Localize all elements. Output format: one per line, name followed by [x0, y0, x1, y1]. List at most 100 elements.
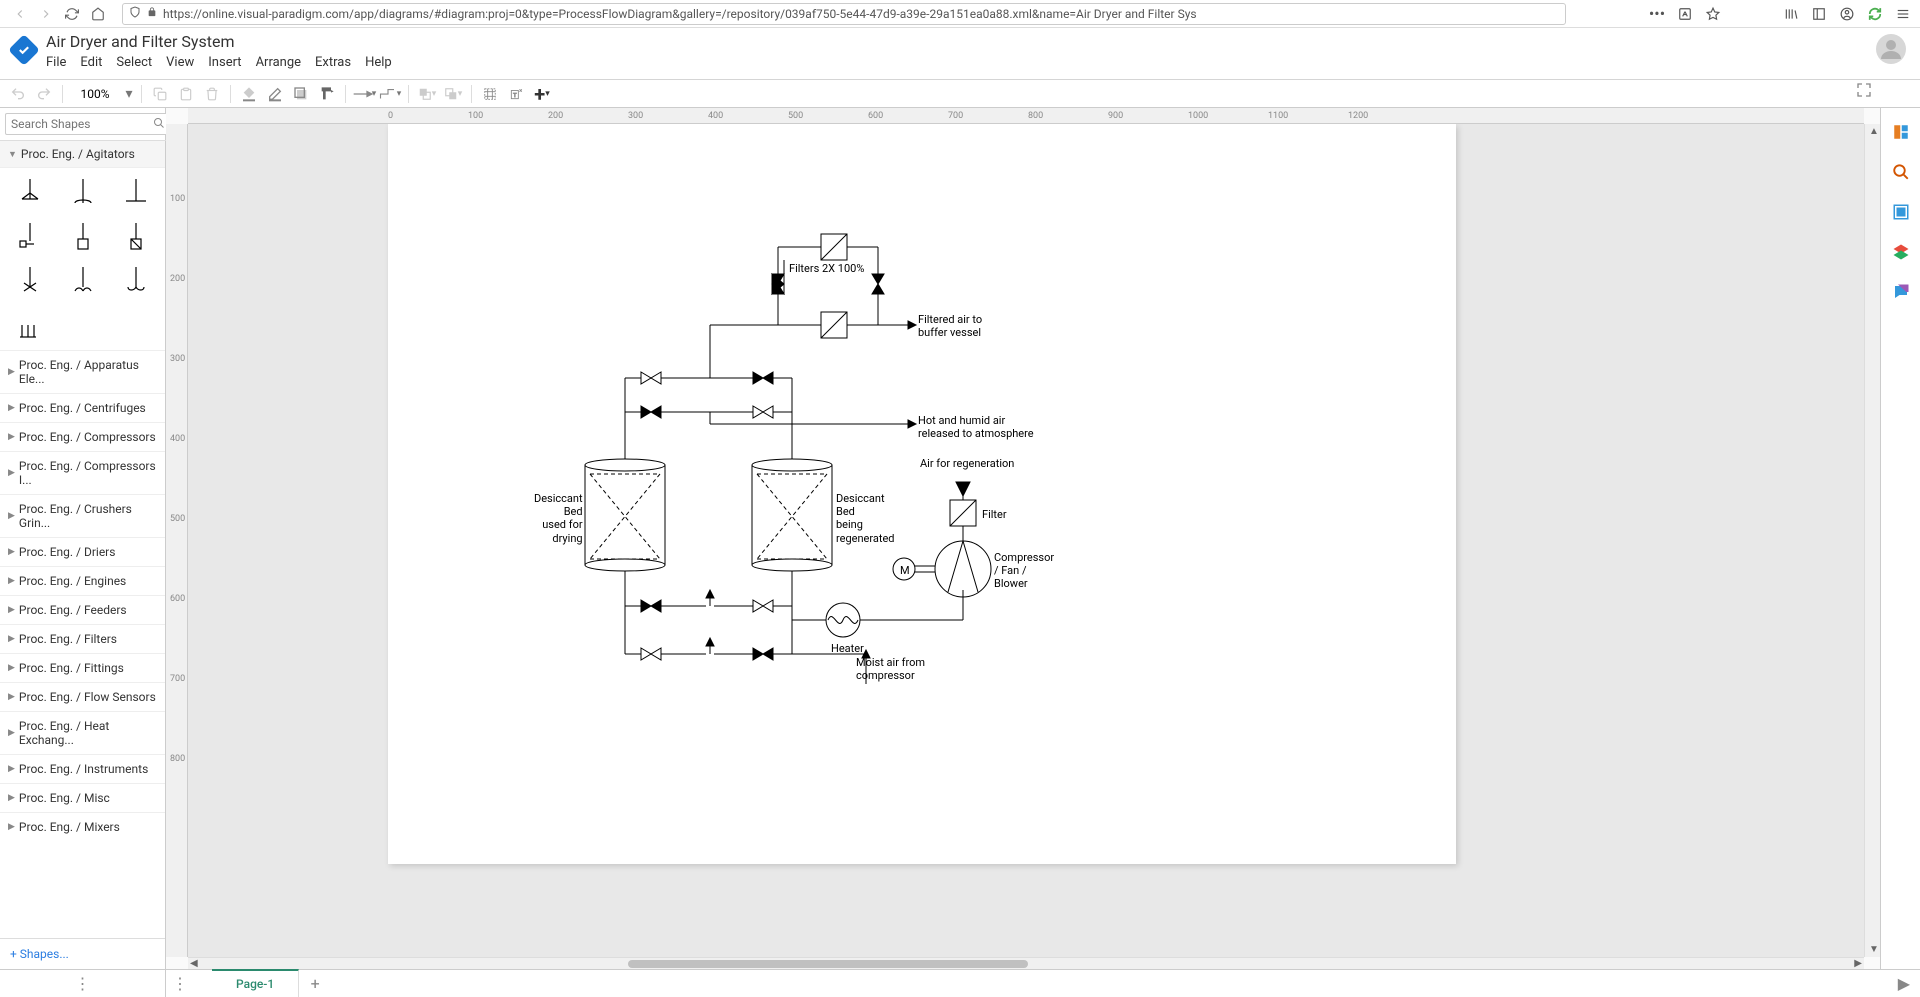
scroll-down-icon[interactable]: ▼: [1869, 944, 1879, 955]
shape-section[interactable]: ▶Proc. Eng. / Compressors: [0, 422, 165, 451]
shape-section-agitators[interactable]: ▼ Proc. Eng. / Agitators: [0, 141, 165, 168]
menu-icon[interactable]: [1894, 5, 1912, 23]
copy-button[interactable]: [148, 82, 172, 106]
menu-select[interactable]: Select: [116, 55, 152, 70]
menu-view[interactable]: View: [166, 55, 194, 70]
right-rail: [1880, 108, 1920, 969]
comments-panel-icon[interactable]: [1891, 282, 1911, 302]
redo-button[interactable]: [32, 82, 56, 106]
back-button[interactable]: [8, 2, 32, 26]
more-shapes-link[interactable]: + Shapes...: [10, 947, 69, 961]
shape-agitator-1[interactable]: [8, 176, 51, 210]
document-title[interactable]: Air Dryer and Filter System: [46, 32, 392, 51]
scrollbar-vertical[interactable]: ▲ ▼: [1864, 124, 1880, 957]
forward-button[interactable]: [34, 2, 58, 26]
label-moist-air: Moist air from compressor: [856, 656, 925, 682]
scroll-up-icon[interactable]: ▲: [1869, 126, 1879, 137]
canvas[interactable]: Filters 2X 100% Filtered air to buffer v…: [188, 124, 1864, 957]
url-bar[interactable]: https://online.visual-paradigm.com/app/d…: [122, 3, 1566, 25]
paste-button[interactable]: [174, 82, 198, 106]
library-icon[interactable]: [1782, 5, 1800, 23]
shape-agitator-9[interactable]: [114, 264, 157, 298]
account-icon[interactable]: [1838, 5, 1856, 23]
home-button[interactable]: [86, 2, 110, 26]
delete-button[interactable]: [200, 82, 224, 106]
zoom-dropdown[interactable]: ▾: [123, 82, 135, 106]
shape-agitator-3[interactable]: [114, 176, 157, 210]
shape-section[interactable]: ▶Proc. Eng. / Feeders: [0, 595, 165, 624]
label-filter: Filter: [982, 508, 1007, 521]
svg-text:T: T: [513, 92, 517, 98]
menu-insert[interactable]: Insert: [208, 55, 241, 70]
shape-agitator-5[interactable]: [61, 220, 104, 254]
toolbar: ▾ ▾ ▾ ▾ ▾ T +▾: [0, 80, 1920, 108]
shape-section[interactable]: ▶Proc. Eng. / Flow Sensors: [0, 682, 165, 711]
undo-button[interactable]: [6, 82, 30, 106]
zoom-input[interactable]: [69, 85, 121, 103]
grid-select-button[interactable]: [478, 82, 502, 106]
outline-panel-icon[interactable]: [1891, 202, 1911, 222]
format-painter-button[interactable]: [315, 82, 339, 106]
star-icon[interactable]: [1704, 5, 1722, 23]
shape-section[interactable]: ▶Proc. Eng. / Apparatus Ele...: [0, 350, 165, 393]
shape-section[interactable]: ▶Proc. Eng. / Instruments: [0, 754, 165, 783]
menu-extras[interactable]: Extras: [315, 55, 351, 70]
shape-section[interactable]: ▶Proc. Eng. / Fittings: [0, 653, 165, 682]
search-panel-icon[interactable]: [1891, 162, 1911, 182]
page-tab-1[interactable]: Page-1: [212, 969, 299, 997]
waypoint-button[interactable]: ▾: [378, 82, 402, 106]
layers-panel-icon[interactable]: [1891, 242, 1911, 262]
shape-section[interactable]: ▶Proc. Eng. / Heat Exchang...: [0, 711, 165, 754]
shape-section[interactable]: ▶Proc. Eng. / Mixers: [0, 812, 165, 841]
refresh-green-icon[interactable]: [1866, 5, 1884, 23]
reload-button[interactable]: [60, 2, 84, 26]
next-page-icon[interactable]: ▶: [1898, 974, 1920, 993]
connection-button[interactable]: ▾: [352, 82, 376, 106]
shape-agitator-7[interactable]: [8, 264, 51, 298]
shape-agitator-8[interactable]: [61, 264, 104, 298]
shape-section[interactable]: ▶Proc. Eng. / Misc: [0, 783, 165, 812]
label-bed-regen: Desiccant Bed being regenerated: [836, 492, 895, 545]
reader-icon[interactable]: [1676, 5, 1694, 23]
line-color-button[interactable]: [263, 82, 287, 106]
fullscreen-button[interactable]: [1856, 82, 1876, 102]
sidebar-icon[interactable]: [1810, 5, 1828, 23]
shapes-footer: + Shapes...: [0, 938, 165, 969]
scrollbar-horizontal[interactable]: ◀ ▶: [188, 957, 1864, 969]
scroll-right-icon[interactable]: ▶: [1854, 958, 1862, 969]
format-panel-icon[interactable]: [1891, 122, 1911, 142]
shape-section[interactable]: ▶Proc. Eng. / Centrifuges: [0, 393, 165, 422]
menu-help[interactable]: Help: [365, 55, 392, 70]
autosize-button[interactable]: T: [504, 82, 528, 106]
shadow-button[interactable]: [289, 82, 313, 106]
menu-arrange[interactable]: Arrange: [256, 55, 301, 70]
shape-agitator-4[interactable]: [8, 220, 51, 254]
shape-section[interactable]: ▶Proc. Eng. / Filters: [0, 624, 165, 653]
shape-agitator-6[interactable]: [114, 220, 157, 254]
app-logo[interactable]: [10, 36, 38, 64]
menu-bar: File Edit Select View Insert Arrange Ext…: [46, 55, 392, 70]
app-header: Air Dryer and Filter System File Edit Se…: [0, 28, 1920, 80]
scrollbar-thumb[interactable]: [628, 960, 1028, 968]
fill-color-button[interactable]: [237, 82, 261, 106]
tabs-menu-icon[interactable]: ⋮: [172, 974, 188, 993]
scroll-left-icon[interactable]: ◀: [190, 958, 198, 969]
to-front-button[interactable]: ▾: [415, 82, 439, 106]
shape-section[interactable]: ▶Proc. Eng. / Engines: [0, 566, 165, 595]
diagram-page[interactable]: Filters 2X 100% Filtered air to buffer v…: [388, 124, 1456, 864]
shape-section[interactable]: ▶Proc. Eng. / Crushers Grin...: [0, 494, 165, 537]
label-filters2x: Filters 2X 100%: [789, 262, 864, 275]
shape-section[interactable]: ▶Proc. Eng. / Driers: [0, 537, 165, 566]
user-avatar[interactable]: [1876, 34, 1906, 64]
tabs-area: ⋮ Page-1 + ▶: [166, 970, 1920, 997]
status-handle[interactable]: ⋮: [0, 970, 166, 997]
to-back-button[interactable]: ▾: [441, 82, 465, 106]
menu-edit[interactable]: Edit: [80, 55, 102, 70]
menu-file[interactable]: File: [46, 55, 66, 70]
shape-agitator-2[interactable]: [61, 176, 104, 210]
shape-section[interactable]: ▶Proc. Eng. / Compressors I...: [0, 451, 165, 494]
more-icon[interactable]: •••: [1648, 5, 1666, 23]
insert-button[interactable]: +▾: [530, 82, 554, 106]
shape-agitator-10[interactable]: [8, 308, 51, 342]
add-page-button[interactable]: +: [303, 972, 327, 996]
